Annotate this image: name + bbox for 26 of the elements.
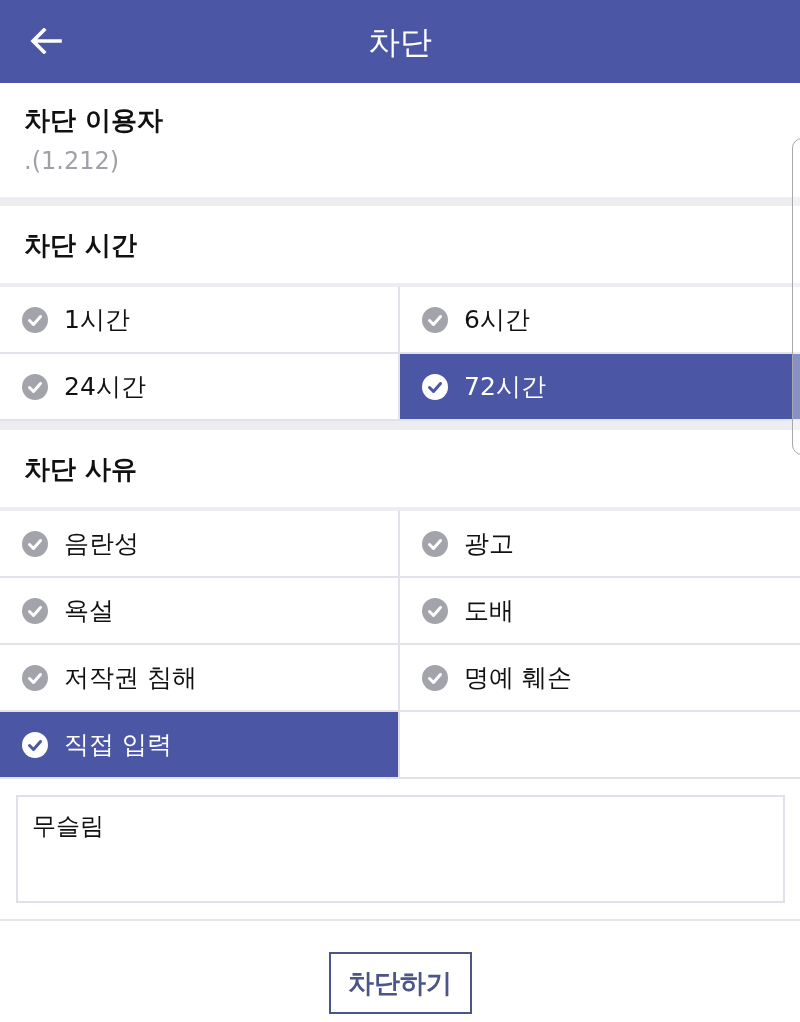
check-circle-icon	[22, 373, 48, 400]
back-arrow-icon	[30, 28, 62, 54]
check-circle-icon	[22, 731, 48, 758]
reason-option[interactable]: 욕설	[0, 578, 400, 645]
reason-option[interactable]: 음란성	[0, 511, 400, 578]
section-title: 차단 시간	[24, 228, 138, 262]
check-circle-icon	[422, 597, 448, 624]
reason-text-field[interactable]: 무슬림	[16, 795, 785, 903]
screen-title: 차단	[368, 21, 432, 62]
reason-option[interactable]: 직접 입력	[0, 712, 400, 779]
section-title: 차단 사유	[24, 452, 138, 486]
reason-option[interactable]: 저작권 침해	[0, 645, 400, 712]
duration-option[interactable]: 72시간	[400, 354, 800, 421]
check-circle-icon	[22, 597, 48, 624]
section-title: 차단 이용자	[24, 104, 165, 137]
check-circle-icon	[422, 373, 448, 400]
check-circle-icon	[422, 530, 448, 557]
check-circle-icon	[22, 306, 48, 333]
check-circle-icon	[22, 664, 48, 691]
check-circle-icon	[422, 664, 448, 691]
blocked-user-id: .(1.212)	[24, 146, 121, 177]
block-button[interactable]: 차단하기	[328, 952, 472, 1014]
duration-option[interactable]: 24시간	[0, 354, 400, 421]
check-circle-icon	[422, 306, 448, 333]
check-circle-icon	[22, 530, 48, 557]
duration-option[interactable]: 1시간	[0, 287, 400, 354]
